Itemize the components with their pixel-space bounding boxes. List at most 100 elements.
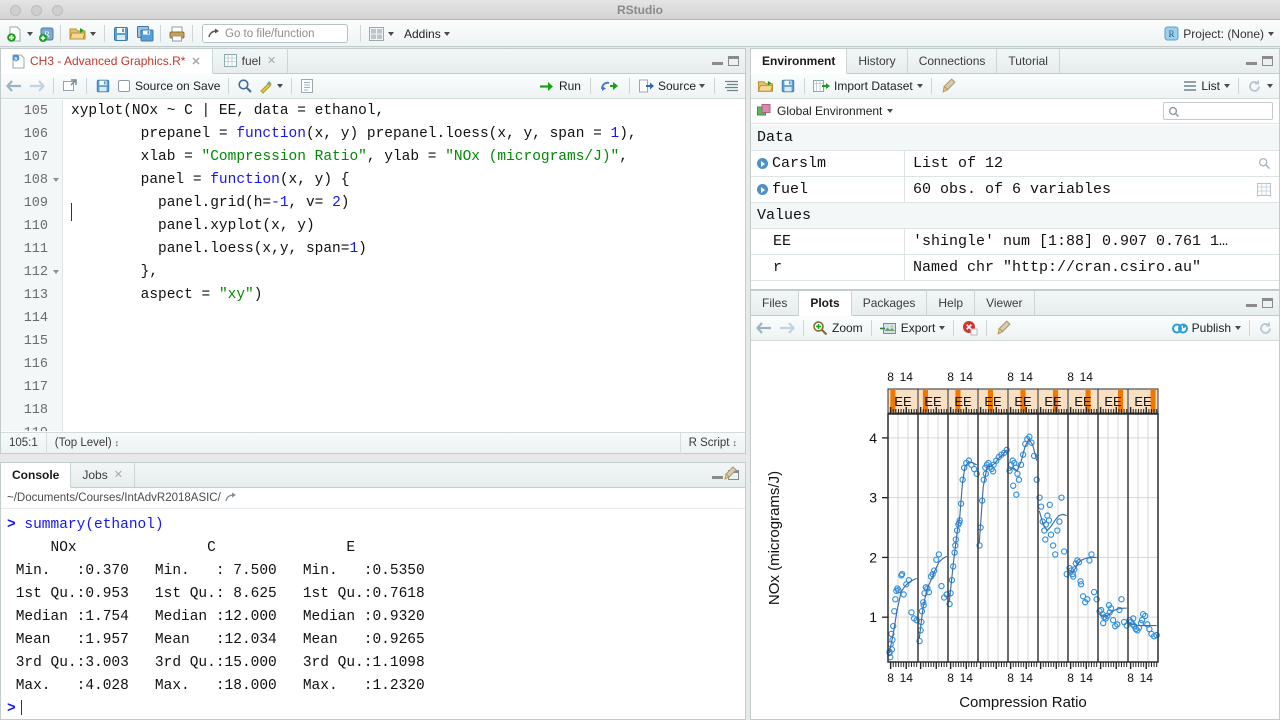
expand-object-icon[interactable]: [757, 158, 768, 169]
arrow-right-icon[interactable]: [778, 321, 795, 335]
tab-environment[interactable]: Environment: [751, 49, 847, 74]
tab-jobs[interactable]: Jobs ✕: [71, 462, 135, 487]
fold-toggle-icon[interactable]: [53, 270, 59, 274]
line-number: 114: [1, 307, 62, 330]
code-token: "Compression Ratio": [202, 149, 367, 165]
addins-label: Addins: [404, 27, 441, 41]
environment-row[interactable]: EE'shingle' num [1:88] 0.907 0.761 1…: [751, 229, 1279, 255]
environment-row[interactable]: CarslmList of 12: [751, 151, 1279, 177]
tab-connections[interactable]: Connections: [908, 48, 998, 73]
broom-icon[interactable]: [940, 78, 957, 94]
show-in-new-window-icon[interactable]: [225, 492, 238, 504]
code-tools-button[interactable]: [258, 78, 283, 94]
magnifier-icon[interactable]: [237, 78, 253, 94]
toolbar-divider: [1249, 320, 1250, 336]
arrow-left-icon[interactable]: [6, 79, 23, 93]
toolbar-divider: [804, 78, 805, 94]
code-token: function: [236, 126, 306, 142]
compile-report-icon[interactable]: [300, 78, 314, 94]
toolbar-divider: [714, 78, 715, 94]
document-outline-icon[interactable]: [724, 79, 739, 93]
new-file-button[interactable]: [6, 20, 33, 47]
tab-console[interactable]: Console: [1, 463, 71, 488]
workspace-panes-button[interactable]: [368, 20, 394, 47]
broom-icon[interactable]: [722, 466, 738, 481]
close-tab-icon[interactable]: ✕: [191, 55, 200, 68]
save-icon[interactable]: [95, 78, 111, 94]
code-editor[interactable]: 1051061071081091101111121131141151161171…: [1, 100, 745, 431]
magnifier-icon[interactable]: [1258, 157, 1271, 170]
minimize-pane-button[interactable]: [712, 56, 723, 65]
publish-label: Publish: [1192, 321, 1231, 335]
file-type-selector[interactable]: R Script ↕: [681, 433, 745, 454]
environment-row[interactable]: fuel60 obs. of 6 variables: [751, 177, 1279, 203]
maximize-pane-button[interactable]: [1262, 56, 1273, 66]
tab-files[interactable]: Files: [751, 290, 799, 315]
source-tab-fuel[interactable]: fuel ✕: [213, 48, 289, 73]
tab-packages[interactable]: Packages: [852, 290, 928, 315]
environment-object-table[interactable]: DataCarslmList of 12fuel60 obs. of 6 var…: [751, 125, 1279, 289]
console-output[interactable]: > summary(ethanol) NOx C E Min. :0.370 M…: [1, 510, 745, 719]
open-file-button[interactable]: [68, 20, 96, 47]
minimize-pane-button[interactable]: [1246, 298, 1257, 307]
source-button[interactable]: Source: [639, 79, 705, 93]
addins-caret-icon: [444, 32, 450, 36]
scope-selector[interactable]: (Top Level) ↕: [47, 433, 127, 454]
source-on-save-checkbox[interactable]: [118, 80, 130, 92]
fold-toggle-icon[interactable]: [53, 178, 59, 182]
x-axis-tick-label: 14: [1080, 370, 1094, 384]
arrow-right-icon[interactable]: [28, 79, 45, 93]
grid-view-icon[interactable]: [1257, 183, 1271, 196]
source-tab-ch3[interactable]: R CH3 - Advanced Graphics.R* ✕: [1, 49, 213, 74]
minimize-pane-button[interactable]: [1246, 56, 1257, 65]
y-axis-title: NOx (micrograms/J): [766, 471, 783, 605]
open-workspace-icon[interactable]: [756, 78, 775, 95]
refresh-icon[interactable]: [1258, 321, 1273, 336]
addins-button[interactable]: Addins: [404, 20, 450, 47]
maximize-pane-button[interactable]: [1262, 298, 1273, 308]
y-axis-tick-label: 4: [869, 430, 877, 446]
toolbar-divider: [629, 78, 630, 94]
console-input-line[interactable]: >: [7, 698, 745, 719]
editor-code-area[interactable]: xyplot(NOx ~ C | EE, data = ethanol, pre…: [63, 100, 745, 431]
close-tab-icon[interactable]: ✕: [114, 468, 123, 481]
refresh-icon[interactable]: [1247, 79, 1262, 94]
tab-plots[interactable]: Plots: [799, 291, 851, 316]
environment-search-input[interactable]: [1163, 102, 1273, 120]
arrow-left-icon[interactable]: [756, 321, 773, 335]
plots-toolbar-right: Publish: [1172, 320, 1273, 336]
environment-row[interactable]: rNamed chr "http://cran.csiro.au": [751, 255, 1279, 281]
toolbar-divider: [104, 25, 105, 42]
broom-icon[interactable]: [995, 320, 1012, 336]
zoom-plot-button[interactable]: Zoom: [812, 320, 863, 336]
goto-file-function-input[interactable]: Go to file/function: [202, 24, 348, 43]
save-all-button[interactable]: [136, 20, 154, 47]
source-on-save-label: Source on Save: [135, 79, 220, 93]
tab-history[interactable]: History: [847, 48, 907, 73]
svg-text:R: R: [14, 57, 18, 62]
tab-tutorial[interactable]: Tutorial: [997, 48, 1060, 73]
rerun-icon[interactable]: [600, 79, 620, 93]
save-button[interactable]: [112, 20, 130, 47]
print-button[interactable]: [168, 20, 186, 47]
svg-text:R: R: [1169, 29, 1175, 39]
close-tab-icon[interactable]: ✕: [267, 54, 276, 67]
remove-plot-icon[interactable]: [962, 320, 978, 336]
tab-help[interactable]: Help: [927, 290, 975, 315]
new-project-button[interactable]: R: [38, 20, 56, 47]
maximize-pane-button[interactable]: [728, 56, 739, 66]
lattice-plot-output[interactable]: EEEEEEEEEEEEEEEEEE1234NOx (micrograms/J)…: [751, 342, 1279, 719]
strip-header: EE: [1068, 389, 1098, 413]
export-plot-button[interactable]: Export: [880, 321, 946, 336]
view-mode-button[interactable]: List: [1183, 79, 1230, 93]
run-button[interactable]: Run: [540, 79, 581, 93]
save-workspace-icon[interactable]: [780, 78, 796, 94]
show-in-new-window-icon[interactable]: [62, 78, 78, 94]
code-token: 1: [349, 241, 358, 257]
tab-viewer[interactable]: Viewer: [975, 290, 1034, 315]
project-selector[interactable]: R Project: (None): [1164, 20, 1274, 47]
source-on-save-toggle[interactable]: Source on Save: [118, 79, 220, 93]
expand-object-icon[interactable]: [757, 184, 768, 195]
import-dataset-button[interactable]: Import Dataset: [813, 79, 923, 94]
publish-button[interactable]: Publish: [1172, 321, 1241, 336]
